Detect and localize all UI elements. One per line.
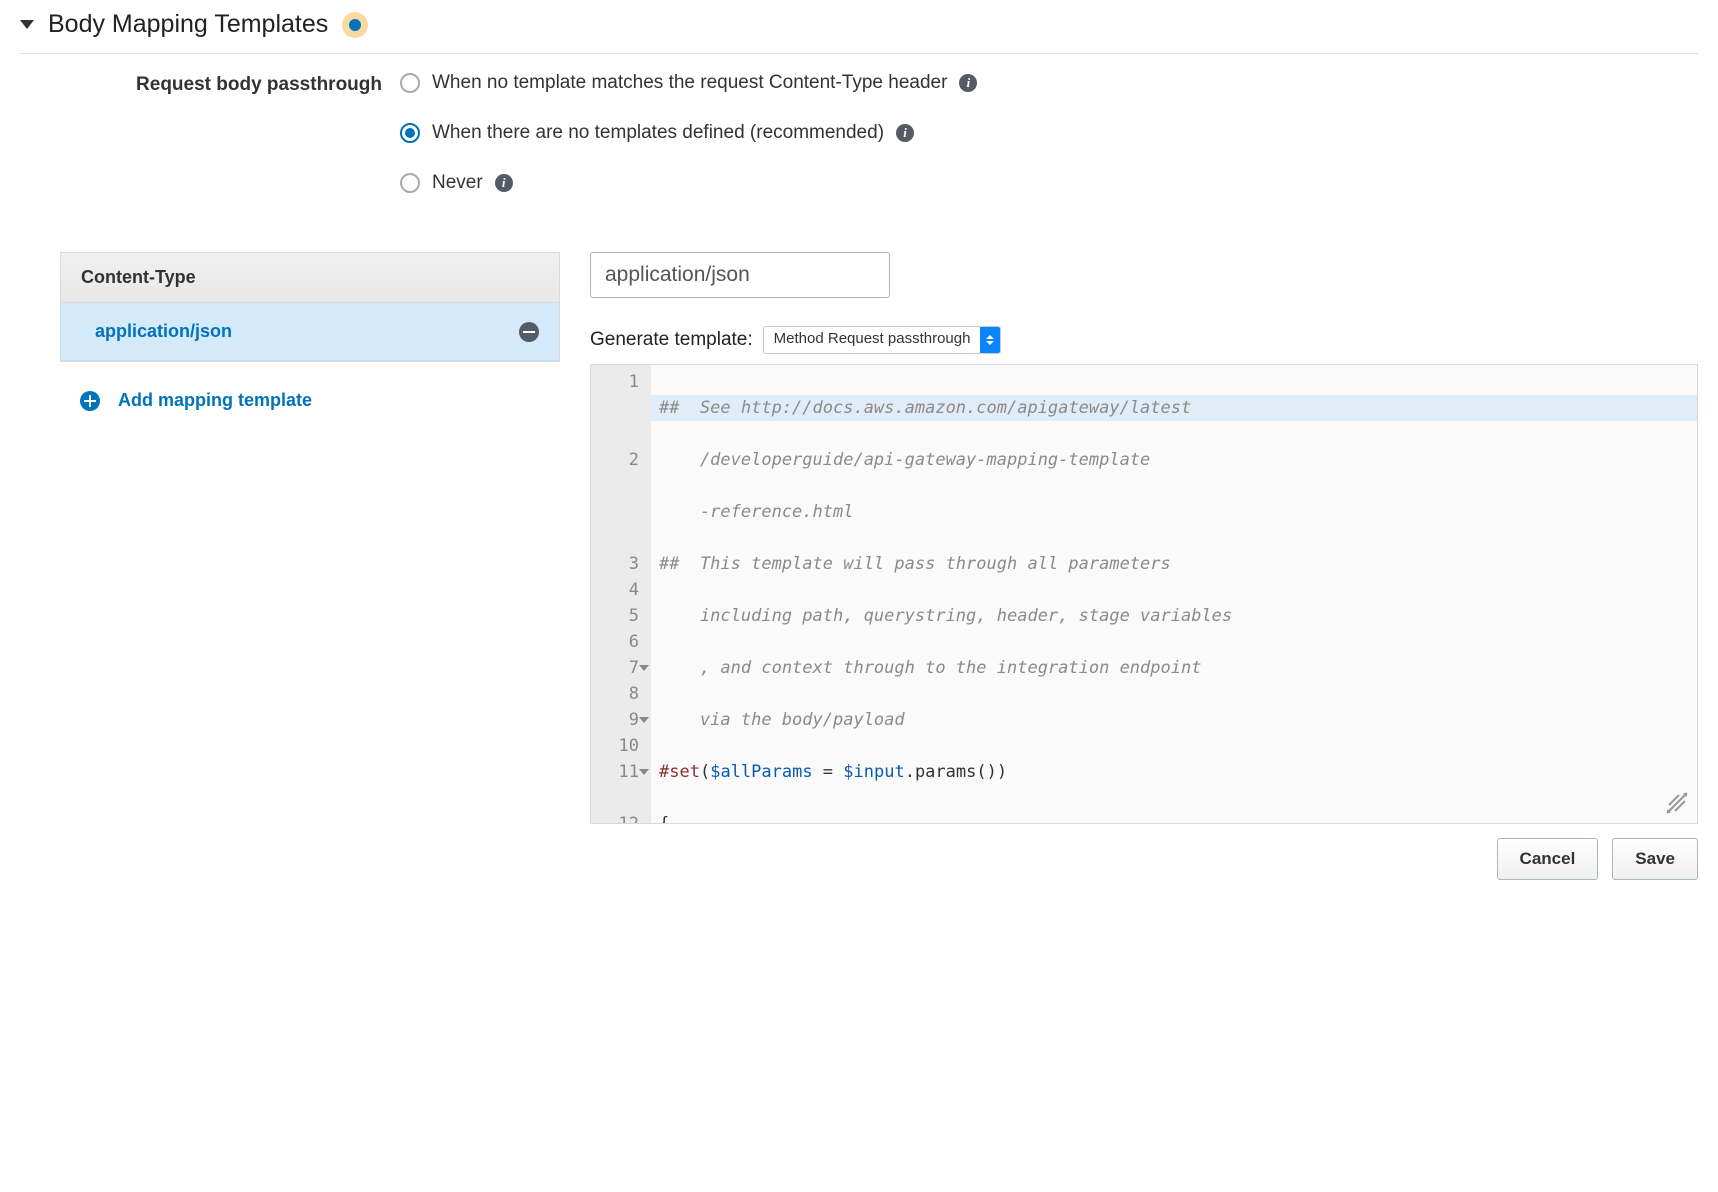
- passthrough-row: Request body passthrough When no templat…: [20, 72, 1698, 222]
- remove-icon[interactable]: [519, 322, 539, 342]
- radio-label: When there are no templates defined (rec…: [432, 122, 884, 144]
- resize-icon[interactable]: [1665, 791, 1689, 815]
- radio-icon[interactable]: [400, 173, 420, 193]
- plus-icon: [80, 391, 100, 411]
- content-type-row-label: application/json: [95, 321, 232, 342]
- info-icon[interactable]: i: [896, 124, 914, 142]
- content-type-panel: Content-Type application/json Add mappin…: [60, 252, 560, 439]
- content-type-row[interactable]: application/json: [61, 303, 559, 361]
- info-icon[interactable]: i: [495, 174, 513, 192]
- collapse-caret-icon[interactable]: [20, 20, 34, 29]
- passthrough-option-2[interactable]: Never i: [400, 172, 1698, 194]
- content-type-header: Content-Type: [61, 253, 559, 303]
- cancel-button[interactable]: Cancel: [1497, 838, 1599, 880]
- radio-icon[interactable]: [400, 123, 420, 143]
- radio-icon[interactable]: [400, 73, 420, 93]
- passthrough-radio-group: When no template matches the request Con…: [400, 72, 1698, 222]
- select-arrows-icon: [980, 327, 1000, 353]
- generate-row: Generate template: Method Request passth…: [590, 326, 1698, 354]
- add-mapping-template-button[interactable]: Add mapping template: [60, 362, 560, 439]
- section-header: Body Mapping Templates: [20, 0, 1698, 54]
- save-button[interactable]: Save: [1612, 838, 1698, 880]
- editor-code[interactable]: ## See http://docs.aws.amazon.com/apigat…: [651, 365, 1697, 823]
- content-type-table: Content-Type application/json: [60, 252, 560, 362]
- passthrough-option-0[interactable]: When no template matches the request Con…: [400, 72, 1698, 94]
- section-title: Body Mapping Templates: [48, 10, 328, 39]
- passthrough-label: Request body passthrough: [20, 72, 400, 96]
- generate-label: Generate template:: [590, 329, 753, 351]
- radio-label: Never: [432, 172, 483, 194]
- add-mapping-template-label: Add mapping template: [118, 390, 312, 411]
- radio-label: When no template matches the request Con…: [432, 72, 947, 94]
- footer-buttons: Cancel Save: [590, 824, 1698, 900]
- generate-template-select[interactable]: Method Request passthrough: [763, 326, 1002, 354]
- content-row: Content-Type application/json Add mappin…: [20, 252, 1698, 900]
- editor-gutter: 1 2 3 4 5 6 7 8 9 10 11 12 13: [591, 365, 651, 823]
- template-editor-panel: Generate template: Method Request passth…: [590, 252, 1698, 900]
- code-editor[interactable]: 1 2 3 4 5 6 7 8 9 10 11 12 13 ## Se: [590, 364, 1698, 824]
- passthrough-option-1[interactable]: When there are no templates defined (rec…: [400, 122, 1698, 144]
- info-icon[interactable]: i: [959, 74, 977, 92]
- generate-selected-value: Method Request passthrough: [764, 327, 981, 353]
- section-status-indicator-icon: [342, 12, 368, 38]
- content-type-input[interactable]: [590, 252, 890, 298]
